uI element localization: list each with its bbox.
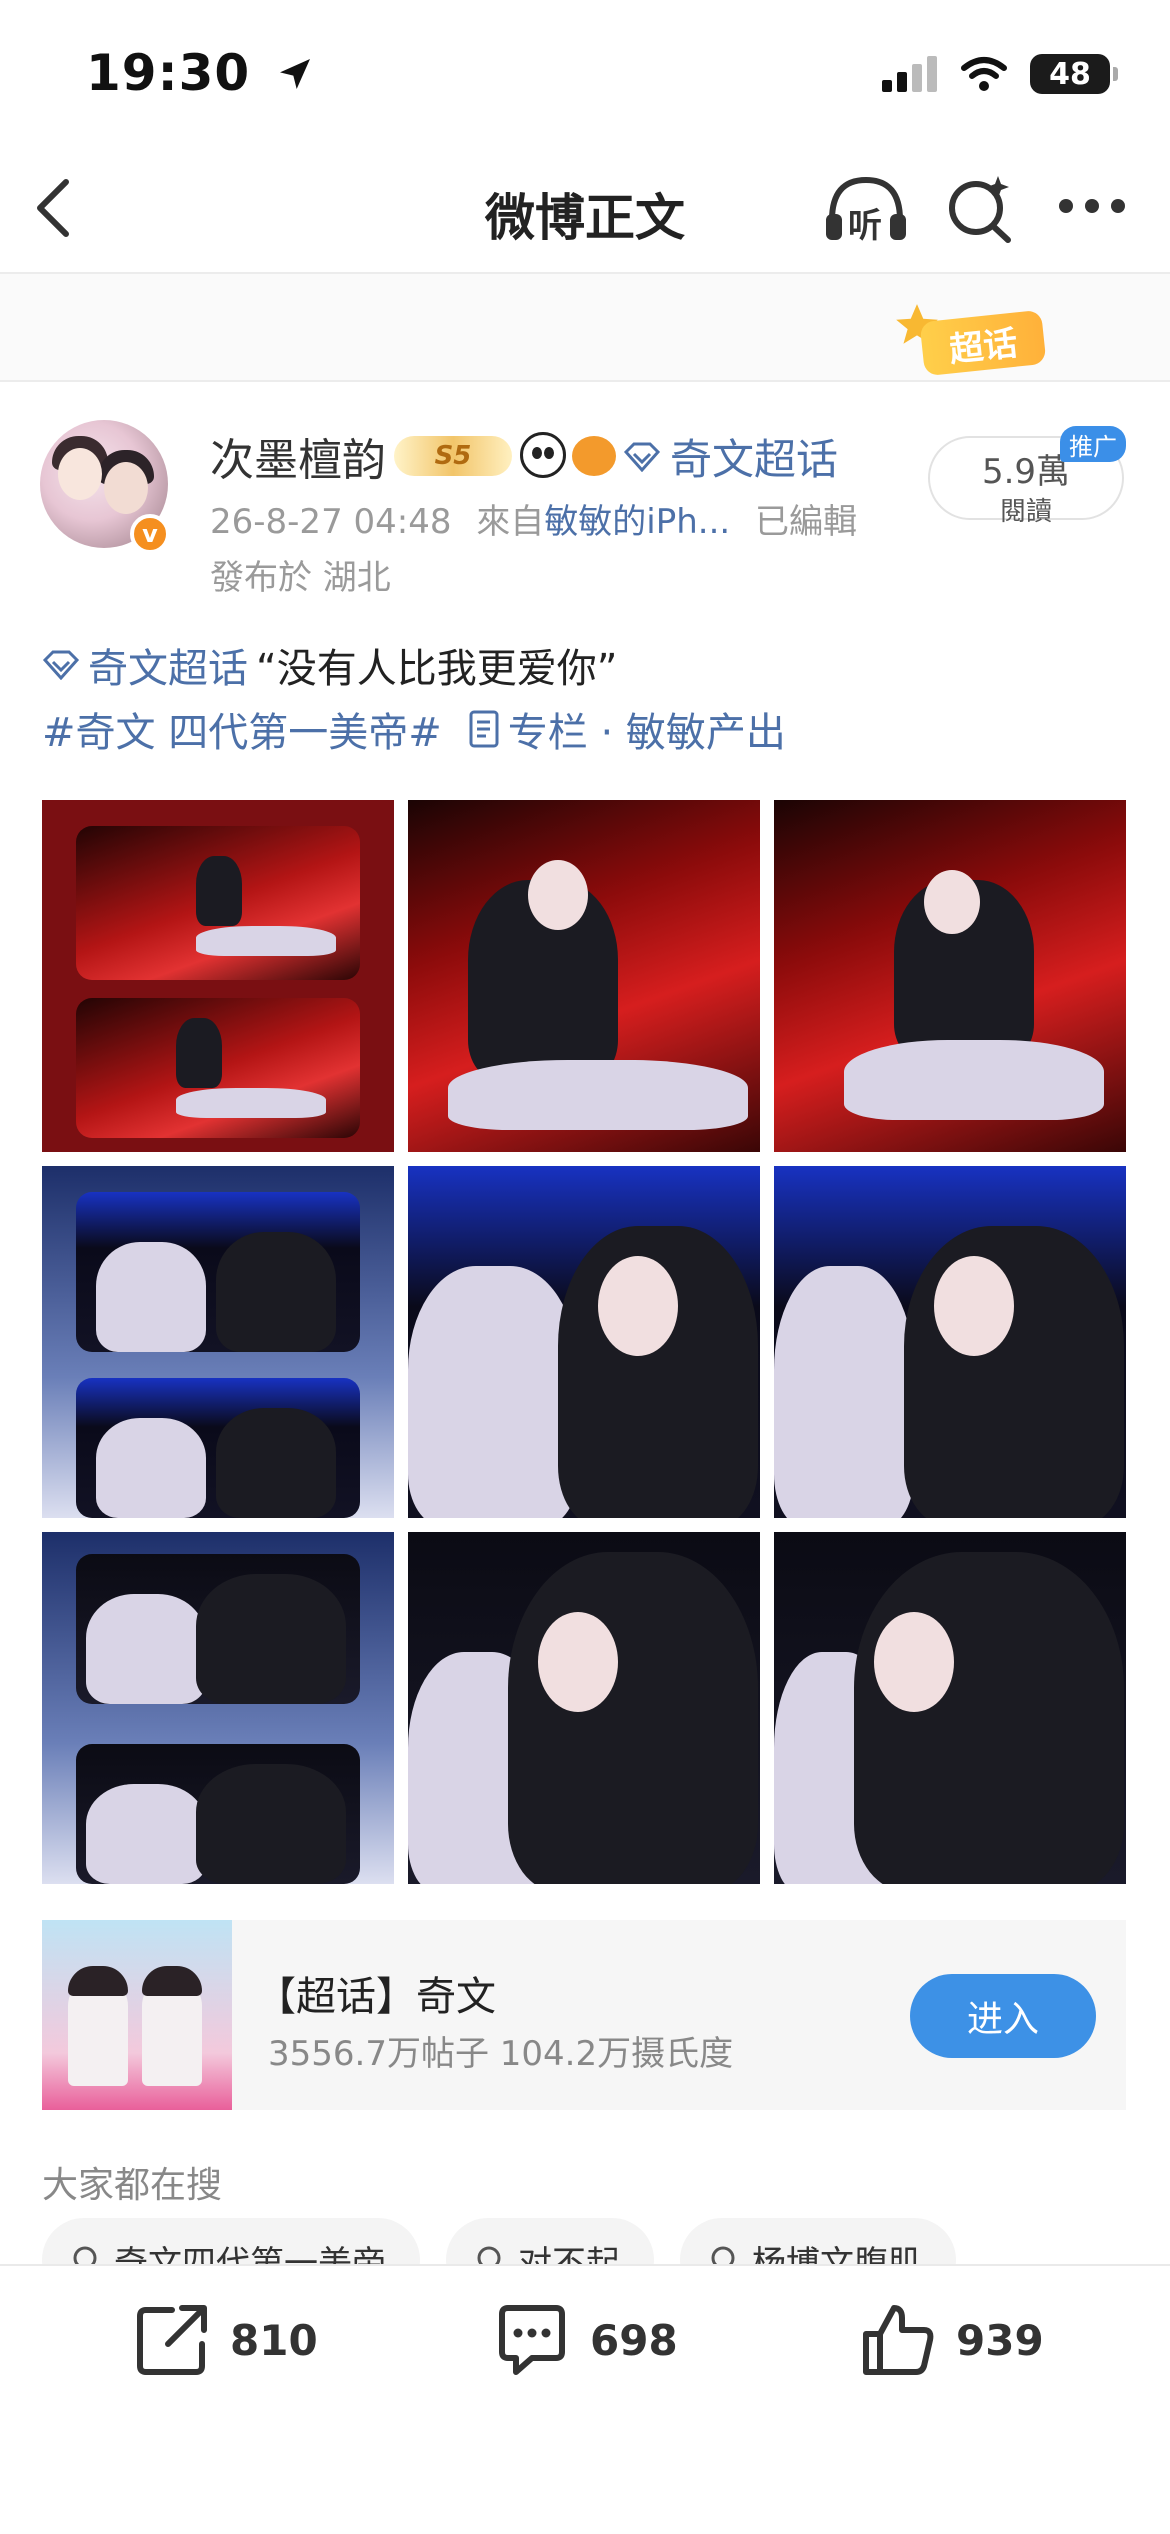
super-topic-thumbnail	[42, 1920, 232, 2110]
document-icon	[469, 710, 499, 748]
repost-icon	[137, 2305, 207, 2375]
cellular-signal-icon	[882, 56, 937, 92]
source-prefix: 來自	[476, 502, 545, 542]
post-image-5[interactable]	[408, 1166, 760, 1518]
header-topic-label: 奇文超话	[670, 435, 839, 484]
post-image-8[interactable]	[408, 1532, 760, 1884]
thumbs-up-icon	[863, 2305, 934, 2375]
body-topic-link[interactable]: 奇文超话	[42, 636, 248, 694]
post-text-line-2: #奇文 四代第一美帝# 专栏 · 敏敏产出	[42, 700, 786, 758]
repost-count: 810	[230, 2315, 318, 2365]
promote-tag[interactable]: 推广	[1060, 426, 1126, 462]
post-image-7[interactable]	[42, 1532, 394, 1884]
status-time: 19:30	[86, 44, 315, 102]
status-indicators: 48	[882, 54, 1118, 94]
super-topic-stats: 3556.7万帖子 104.2万摄氏度	[268, 2034, 734, 2074]
post-text-line-1: 奇文超话 “没有人比我更爱你”	[42, 636, 617, 694]
verified-icon: v	[130, 514, 170, 554]
like-button[interactable]: 939	[858, 2300, 1044, 2380]
diamond-icon	[624, 442, 660, 472]
search-icon[interactable]	[946, 172, 1016, 244]
post-image-2[interactable]	[408, 800, 760, 1152]
diamond-icon	[42, 650, 80, 680]
panda-badge-icon[interactable]	[520, 432, 566, 478]
post-image-9[interactable]	[774, 1532, 1126, 1884]
header-topic-link[interactable]: 奇文超话	[624, 426, 838, 487]
reads-label: 閱讀	[999, 497, 1052, 527]
super-topic-title: 【超话】奇文	[256, 1974, 496, 2020]
edited-label[interactable]: 已編輯	[755, 502, 857, 542]
column-link[interactable]: 专栏 · 敏敏产出	[468, 700, 786, 758]
body-topic-label: 奇文超话	[88, 646, 248, 692]
post-image-1[interactable]	[42, 800, 394, 1152]
post-meta: 26-8-27 04:48 來自敏敏的iPh... 已編輯	[210, 494, 857, 543]
hashtag-link[interactable]: #奇文 四代第一美帝#	[42, 700, 442, 758]
listen-button[interactable]: 听	[824, 172, 908, 246]
post-quote: “没有人比我更爱你”	[256, 646, 618, 692]
super-topic-badge[interactable]: 超话	[892, 300, 1062, 377]
post-timestamp: 26-8-27 04:48	[210, 502, 452, 542]
like-count: 939	[956, 2315, 1044, 2365]
comment-icon	[499, 2305, 565, 2375]
more-icon[interactable]	[1056, 196, 1128, 216]
fish-badge-icon[interactable]	[572, 436, 616, 476]
post-image-6[interactable]	[774, 1166, 1126, 1518]
author-name[interactable]: 次墨檀韵	[210, 424, 386, 488]
enter-button[interactable]: 进入	[910, 1974, 1096, 2058]
post-source[interactable]: 敏敏的iPh...	[544, 502, 730, 542]
trending-search-heading: 大家都在搜	[42, 2165, 223, 2206]
super-topic-badge-label: 超话	[947, 323, 1020, 370]
comment-button[interactable]: 698	[492, 2300, 678, 2380]
listen-label: 听	[848, 206, 882, 246]
super-topic-card[interactable]: 【超话】奇文 3556.7万帖子 104.2万摄氏度 进入	[42, 1920, 1126, 2110]
repost-button[interactable]: 810	[132, 2300, 318, 2380]
comment-count: 698	[590, 2315, 678, 2365]
image-grid	[42, 800, 1126, 1884]
level-badge[interactable]: S5	[394, 436, 512, 476]
strip-divider	[0, 380, 1170, 382]
location-arrow-icon	[279, 59, 310, 89]
post-image-4[interactable]	[42, 1166, 394, 1518]
wifi-icon	[961, 57, 1007, 91]
post-location: 發布於 湖北	[210, 558, 391, 598]
post-image-3[interactable]	[774, 800, 1126, 1152]
battery-indicator: 48	[1030, 54, 1118, 94]
column-link-label: 专栏 · 敏敏产出	[507, 710, 786, 756]
